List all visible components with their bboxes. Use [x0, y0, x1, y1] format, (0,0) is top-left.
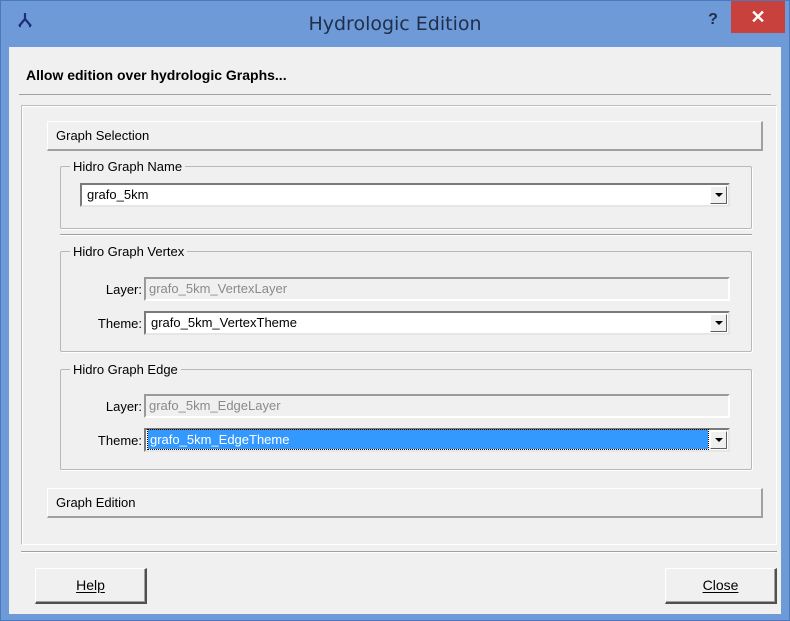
edge-layer-field: grafo_5km_EdgeLayer	[144, 394, 730, 418]
hidro-graph-name-legend: Hidro Graph Name	[73, 159, 183, 174]
vertex-theme-select[interactable]: grafo_5km_VertexTheme	[144, 311, 730, 335]
graph-name-select[interactable]: grafo_5km	[80, 183, 730, 207]
close-window-button[interactable]: ✕	[731, 1, 785, 33]
edge-theme-select[interactable]: grafo_5km_EdgeTheme	[144, 428, 730, 452]
edge-layer-label: Layer:	[105, 399, 142, 414]
graph-name-value: grafo_5km	[87, 187, 149, 202]
edge-theme-label: Theme:	[97, 433, 142, 448]
hydro-app-icon[interactable]	[16, 11, 34, 29]
close-button[interactable]: Close	[665, 568, 777, 604]
vertex-theme-value: grafo_5km_VertexTheme	[151, 315, 297, 330]
close-button-label: Close	[702, 577, 739, 593]
hidro-graph-vertex-legend: Hidro Graph Vertex	[73, 244, 185, 259]
header-description: Allow edition over hydrologic Graphs...	[26, 67, 287, 83]
help-button-label: Help	[76, 577, 105, 593]
dialog-window: Hydrologic Edition ? ✕ Allow edition ove…	[0, 0, 790, 621]
dialog-client-area: Allow edition over hydrologic Graphs... …	[9, 47, 781, 614]
vertex-layer-label: Layer:	[105, 282, 142, 297]
chevron-down-icon[interactable]	[710, 186, 727, 204]
graph-selection-section[interactable]: Graph Selection	[47, 121, 763, 151]
chevron-down-icon[interactable]	[710, 431, 727, 449]
group-separator	[60, 234, 752, 236]
graph-panel: Graph Selection Hidro Graph Name grafo_5…	[21, 105, 777, 545]
chevron-down-icon[interactable]	[710, 314, 727, 332]
vertex-layer-field: grafo_5km_VertexLayer	[144, 277, 730, 301]
edge-theme-value: grafo_5km_EdgeTheme	[147, 429, 709, 450]
title-bar[interactable]: Hydrologic Edition ? ✕	[1, 1, 789, 47]
hidro-graph-edge-legend: Hidro Graph Edge	[73, 362, 178, 377]
footer-separator	[21, 551, 777, 553]
help-question-icon[interactable]: ?	[699, 7, 727, 33]
help-button[interactable]: Help	[35, 568, 147, 604]
graph-edition-section[interactable]: Graph Edition	[47, 488, 763, 518]
window-title: Hydrologic Edition	[308, 13, 482, 35]
vertex-theme-label: Theme:	[97, 316, 142, 331]
